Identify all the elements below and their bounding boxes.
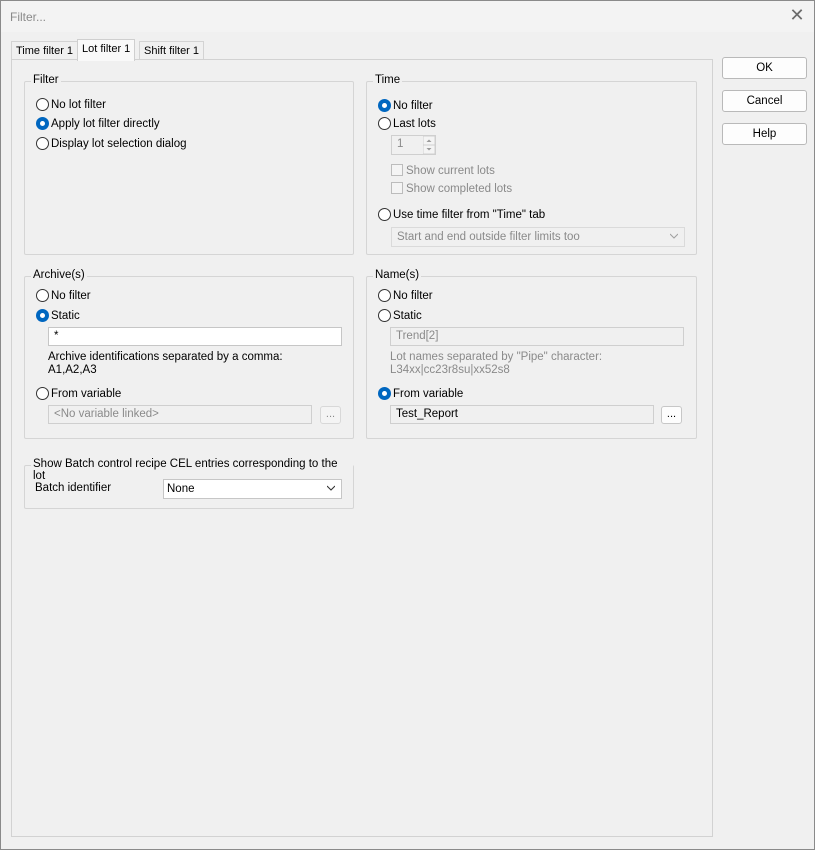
archive-static-radio[interactable]: Static	[36, 309, 80, 325]
display-lot-selection-radio[interactable]: Display lot selection dialog	[36, 137, 187, 153]
names-group-label: Name(s)	[373, 269, 422, 281]
chevron-down-icon	[670, 233, 678, 239]
show-current-lots-checkbox[interactable]: Show current lots	[391, 164, 495, 180]
last-lots-radio[interactable]: Last lots	[378, 117, 436, 133]
archive-group-label: Archive(s)	[31, 269, 87, 281]
tab-time-filter[interactable]: Time filter 1	[11, 41, 79, 60]
names-hint-line2: L34xx|cc23r8su|xx52s8	[390, 364, 510, 376]
show-completed-lots-checkbox[interactable]: Show completed lots	[391, 182, 512, 198]
names-group: Name(s) No filter Static Trend[2] Lot na…	[366, 269, 697, 439]
archive-browse-button[interactable]: ...	[320, 406, 341, 424]
chevron-down-icon	[327, 485, 335, 491]
cancel-button[interactable]: Cancel	[722, 90, 807, 112]
apply-lot-filter-radio[interactable]: Apply lot filter directly	[36, 117, 160, 133]
filter-dialog: Filter... ✕ Time filter 1 Lot filter 1 S…	[0, 0, 815, 850]
radio-icon	[36, 98, 49, 111]
archive-hint-line1: Archive identifications separated by a c…	[48, 351, 283, 363]
names-static-radio[interactable]: Static	[378, 309, 422, 325]
lot-filter-panel: Filter No lot filter Apply lot filter di…	[11, 59, 713, 837]
radio-selected-icon	[378, 99, 391, 112]
title-bar: Filter... ✕	[1, 1, 814, 32]
spinner-arrows-icon[interactable]	[422, 135, 436, 155]
window-title: Filter...	[10, 10, 47, 24]
no-lot-filter-radio[interactable]: No lot filter	[36, 98, 106, 114]
names-hint-line1: Lot names separated by "Pipe" character:	[390, 351, 603, 363]
checkbox-icon	[391, 164, 403, 176]
radio-selected-icon	[36, 309, 49, 322]
time-group: Time No filter Last lots 1 Show current …	[366, 74, 697, 255]
batch-identifier-dropdown[interactable]: None	[163, 479, 342, 499]
radio-selected-icon	[36, 117, 49, 130]
archive-no-filter-radio[interactable]: No filter	[36, 289, 91, 305]
filter-group-label: Filter	[31, 74, 61, 86]
tab-lot-filter[interactable]: Lot filter 1	[77, 39, 136, 61]
archive-group: Archive(s) No filter Static * Archive id…	[24, 269, 354, 439]
use-time-filter-radio[interactable]: Use time filter from "Time" tab	[378, 208, 545, 224]
time-no-filter-radio[interactable]: No filter	[378, 99, 433, 115]
names-browse-button[interactable]: ...	[661, 406, 682, 424]
radio-icon	[378, 309, 391, 322]
close-icon[interactable]: ✕	[786, 6, 808, 26]
help-button[interactable]: Help	[722, 123, 807, 145]
archive-hint-line2: A1,A2,A3	[48, 364, 97, 376]
batch-group: Show Batch control recipe CEL entries co…	[24, 458, 354, 509]
checkbox-icon	[391, 182, 403, 194]
radio-icon	[378, 289, 391, 302]
batch-identifier-label: Batch identifier	[35, 482, 112, 494]
names-from-variable-radio[interactable]: From variable	[378, 387, 463, 403]
radio-icon	[378, 208, 391, 221]
archive-variable-field[interactable]: <No variable linked>	[48, 405, 312, 424]
tab-shift-filter[interactable]: Shift filter 1	[139, 41, 205, 60]
names-static-input[interactable]: Trend[2]	[390, 327, 684, 346]
archive-from-variable-radio[interactable]: From variable	[36, 387, 121, 403]
names-variable-field[interactable]: Test_Report	[390, 405, 654, 424]
radio-icon	[36, 137, 49, 150]
radio-icon	[36, 289, 49, 302]
radio-icon	[36, 387, 49, 400]
time-group-label: Time	[373, 74, 403, 86]
ok-button[interactable]: OK	[722, 57, 807, 79]
filter-group: Filter No lot filter Apply lot filter di…	[24, 74, 354, 255]
archive-static-input[interactable]: *	[48, 327, 342, 346]
names-no-filter-radio[interactable]: No filter	[378, 289, 433, 305]
radio-icon	[378, 117, 391, 130]
time-mode-dropdown[interactable]: Start and end outside filter limits too	[391, 227, 685, 247]
radio-selected-icon	[378, 387, 391, 400]
